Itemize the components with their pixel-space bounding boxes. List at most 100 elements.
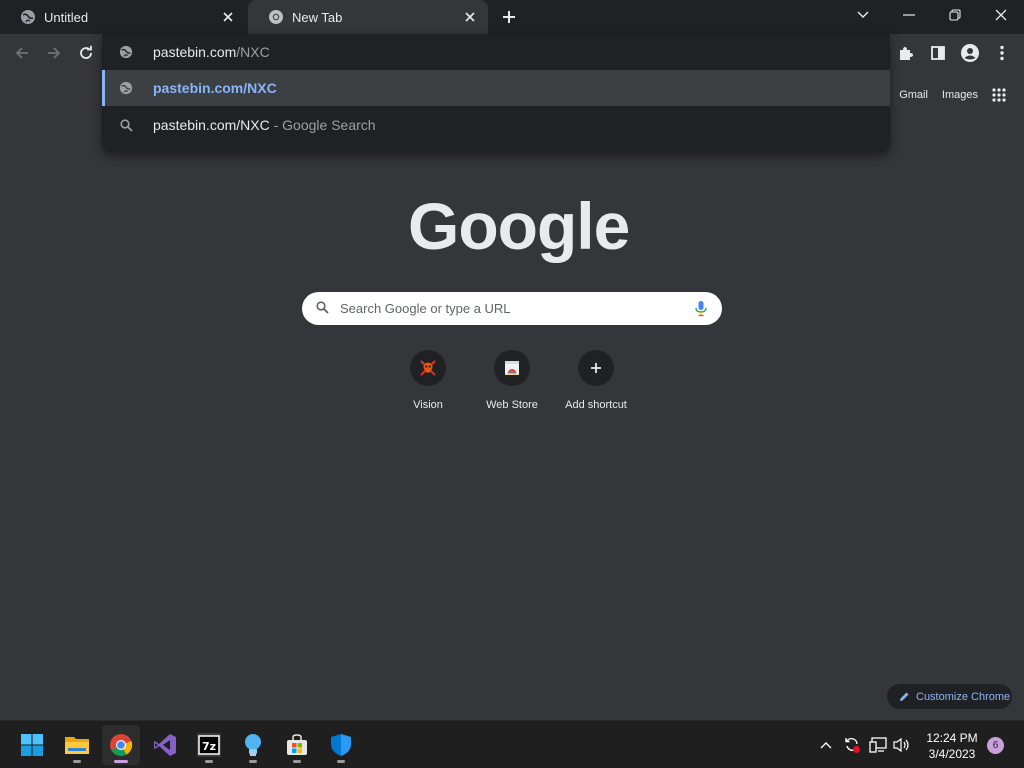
- running-indicator: [114, 760, 128, 763]
- web-store-icon: [505, 361, 519, 375]
- globe-icon: [118, 80, 134, 96]
- puzzle-icon: [900, 47, 913, 60]
- new-tab-button[interactable]: [497, 5, 521, 29]
- chevron-down-icon: [857, 11, 869, 18]
- microsoft-store-icon: [287, 734, 307, 755]
- suggestion-text: pastebin.com/NXC - Google Search: [153, 117, 376, 133]
- restore-icon: [949, 9, 961, 21]
- minimize-icon: [903, 14, 915, 16]
- show-hidden-icons-button[interactable]: [816, 735, 836, 755]
- tab-search-button[interactable]: [840, 0, 886, 30]
- shortcut-add[interactable]: Add shortcut: [556, 350, 636, 411]
- system-clock[interactable]: 12:24 PM 3/4/2023: [920, 730, 984, 762]
- running-indicator: [337, 760, 345, 763]
- taskbar-visual-studio[interactable]: [146, 725, 184, 765]
- microphone-icon[interactable]: [694, 300, 708, 322]
- profile-button[interactable]: [954, 37, 986, 69]
- kebab-menu-icon: [1000, 45, 1004, 61]
- shortcut-label: Web Store: [486, 399, 538, 411]
- close-icon: [995, 9, 1007, 21]
- tab-title: Untitled: [44, 9, 89, 25]
- windows-taskbar: 7z 12:24 PM 3/4/2023 6: [0, 720, 1024, 768]
- suggestion-search[interactable]: pastebin.com/NXC - Google Search: [102, 106, 890, 144]
- plus-icon: [591, 363, 601, 373]
- volume-icon[interactable]: [892, 735, 912, 755]
- restore-button[interactable]: [932, 0, 978, 30]
- shortcut-tile: [578, 350, 614, 386]
- taskbar-tips[interactable]: [234, 725, 272, 765]
- address-bar[interactable]: pastebin.com/NXC: [102, 34, 890, 70]
- close-window-button[interactable]: [978, 0, 1024, 30]
- customize-label: Customize Chrome: [916, 690, 1011, 703]
- close-tab-icon[interactable]: [460, 7, 480, 27]
- suggestion-query: pastebin.com/NXC: [153, 117, 270, 133]
- windows-start-icon: [21, 734, 43, 756]
- side-panel-icon: [931, 46, 945, 60]
- close-tab-icon[interactable]: [218, 7, 238, 27]
- network-icon[interactable]: [868, 735, 888, 755]
- shortcut-vision[interactable]: Vision: [388, 350, 468, 411]
- windows-security-icon: [331, 734, 351, 756]
- svg-text:7z: 7z: [202, 740, 216, 753]
- suggestion-text: pastebin.com/NXC: [153, 80, 277, 96]
- sync-status-icon[interactable]: [842, 735, 862, 755]
- taskbar-microsoft-store[interactable]: [278, 725, 316, 765]
- running-indicator: [205, 760, 213, 763]
- search-icon: [316, 301, 329, 319]
- notification-badge[interactable]: 6: [987, 737, 1004, 754]
- omnibox-dropdown: pastebin.com/NXC pastebin.com/NXC pasteb…: [102, 34, 890, 152]
- plus-icon: [503, 11, 515, 23]
- file-explorer-icon: [65, 737, 89, 754]
- gmail-link[interactable]: Gmail: [899, 89, 928, 101]
- menu-button[interactable]: [986, 37, 1018, 69]
- chrome-icon: [110, 734, 133, 756]
- shortcut-web-store[interactable]: Web Store: [472, 350, 552, 411]
- arrow-left-icon: [15, 47, 28, 59]
- inline-autocomplete: /NXC: [236, 44, 270, 60]
- ntp-search-box[interactable]: [302, 292, 722, 325]
- shortcut-tile: [494, 350, 530, 386]
- arrow-right-icon: [48, 47, 61, 59]
- shortcut-label: Add shortcut: [565, 399, 627, 411]
- search-input[interactable]: [340, 292, 680, 325]
- extensions-button[interactable]: [890, 37, 922, 69]
- images-link[interactable]: Images: [942, 89, 978, 101]
- search-icon: [118, 117, 134, 133]
- shortcut-tile: [410, 350, 446, 386]
- start-button[interactable]: [13, 725, 51, 765]
- tab-new-tab[interactable]: New Tab: [248, 0, 488, 34]
- running-indicator: [293, 760, 301, 763]
- shortcut-label: Vision: [413, 399, 443, 411]
- reload-button[interactable]: [70, 37, 102, 69]
- chrome-icon: [268, 9, 284, 25]
- taskbar-chrome[interactable]: [102, 725, 140, 765]
- side-panel-button[interactable]: [922, 37, 954, 69]
- globe-icon: [118, 44, 134, 60]
- forward-button[interactable]: [38, 37, 70, 69]
- ntp-header-links: Gmail Images: [899, 88, 1006, 102]
- clock-time: 12:24 PM: [926, 731, 978, 745]
- clock-date: 3/4/2023: [928, 747, 976, 761]
- running-indicator: [73, 760, 81, 763]
- globe-icon: [20, 9, 36, 25]
- pencil-icon: [899, 691, 910, 702]
- minimize-button[interactable]: [886, 0, 932, 30]
- chevron-up-icon: [820, 742, 832, 749]
- tips-bulb-icon: [245, 734, 261, 756]
- suggestion-url[interactable]: pastebin.com/NXC: [102, 70, 890, 106]
- tab-untitled[interactable]: Untitled: [0, 0, 246, 34]
- reload-icon: [80, 45, 92, 59]
- typed-text: pastebin.com: [153, 44, 237, 60]
- back-button[interactable]: [6, 37, 38, 69]
- taskbar-7zip[interactable]: 7z: [190, 725, 228, 765]
- customize-chrome-button[interactable]: Customize Chrome: [887, 684, 1012, 709]
- taskbar-windows-security[interactable]: [322, 725, 360, 765]
- selection-indicator: [102, 70, 105, 106]
- taskbar-file-explorer[interactable]: [58, 725, 96, 765]
- tab-title: New Tab: [292, 9, 343, 25]
- apps-grid-icon[interactable]: [992, 88, 1006, 102]
- google-logo: Google: [408, 189, 630, 263]
- skull-crossbones-icon: [420, 360, 436, 376]
- profile-icon: [961, 44, 979, 62]
- suggestion-suffix: - Google Search: [269, 117, 376, 133]
